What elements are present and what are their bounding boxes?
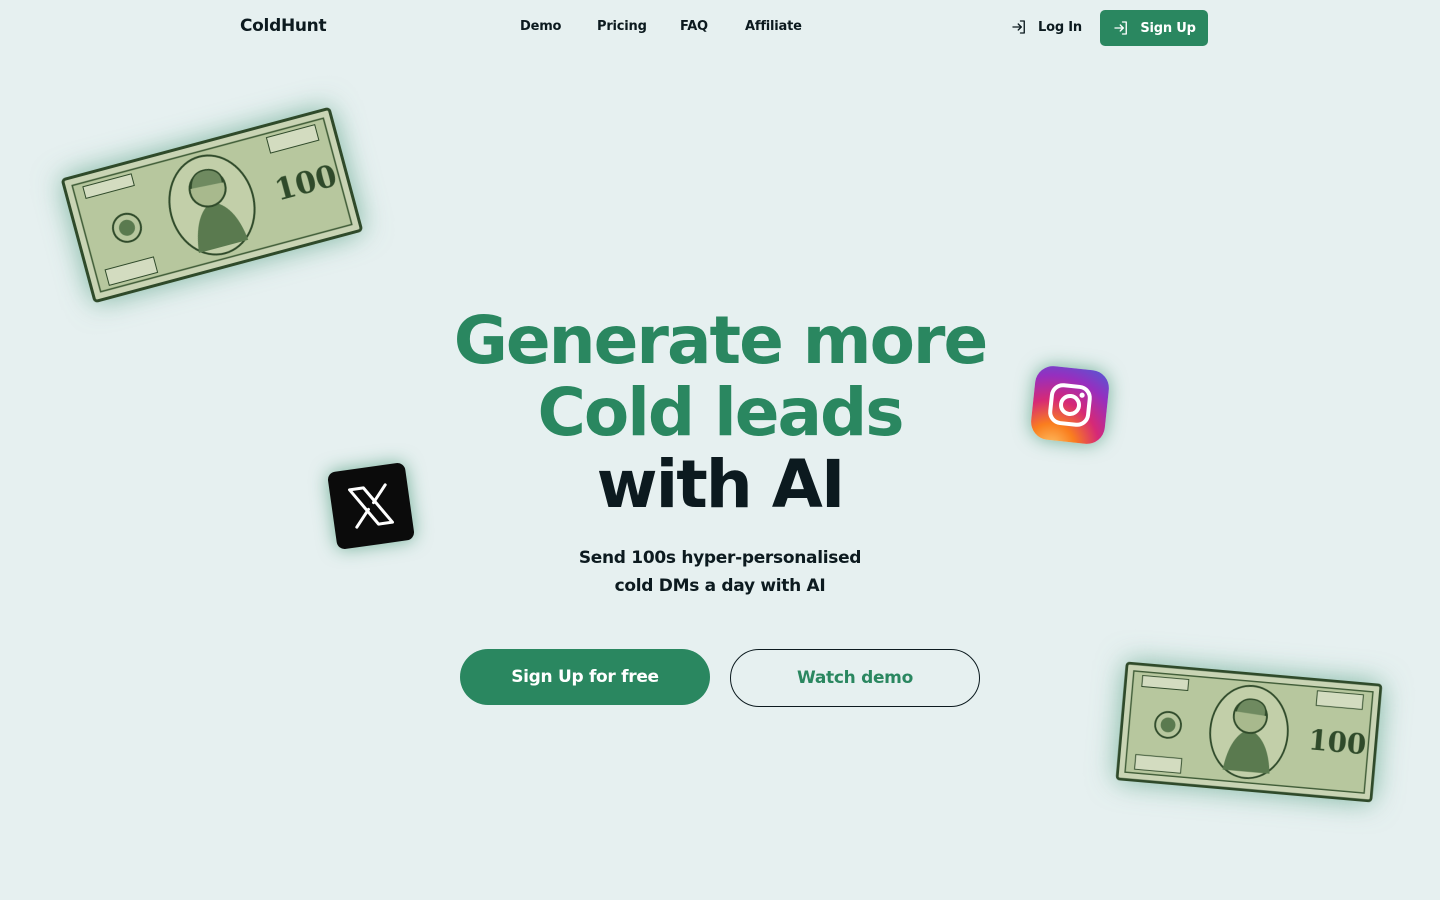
logo[interactable]: ColdHunt [240, 16, 327, 36]
nav-link-pricing[interactable]: Pricing [597, 19, 647, 34]
hundred-dollar-bill-icon: 100 [61, 107, 363, 303]
top-nav: ColdHunt Demo Pricing FAQ Affiliate Log … [0, 0, 1440, 56]
login-button[interactable]: Log In [1010, 18, 1082, 36]
hero-subtitle-line-2: cold DMs a day with AI [614, 576, 826, 596]
hero-title-line-3: with AI [596, 446, 846, 523]
nav-link-affiliate[interactable]: Affiliate [745, 19, 802, 34]
hundred-dollar-bill-icon: 100 [1115, 661, 1383, 803]
hero-title-line-1: Generate more [453, 302, 989, 379]
signup-icon [1114, 21, 1128, 35]
landing-page: ColdHunt Demo Pricing FAQ Affiliate Log … [0, 0, 1440, 900]
signup-free-button[interactable]: Sign Up for free [460, 649, 710, 705]
nav-link-demo[interactable]: Demo [520, 19, 561, 34]
hero-title-line-2: Cold leads [537, 374, 904, 451]
signup-button[interactable]: Sign Up [1100, 10, 1208, 46]
login-icon [1012, 20, 1025, 34]
hero-subtitle-line-1: Send 100s hyper-personalised [578, 548, 862, 568]
signup-label: Sign Up [1140, 20, 1196, 36]
login-label: Log In [1038, 19, 1082, 35]
watch-demo-button[interactable]: Watch demo [730, 649, 980, 707]
nav-link-faq[interactable]: FAQ [680, 19, 708, 34]
bill-denomination: 100 [1307, 723, 1367, 761]
